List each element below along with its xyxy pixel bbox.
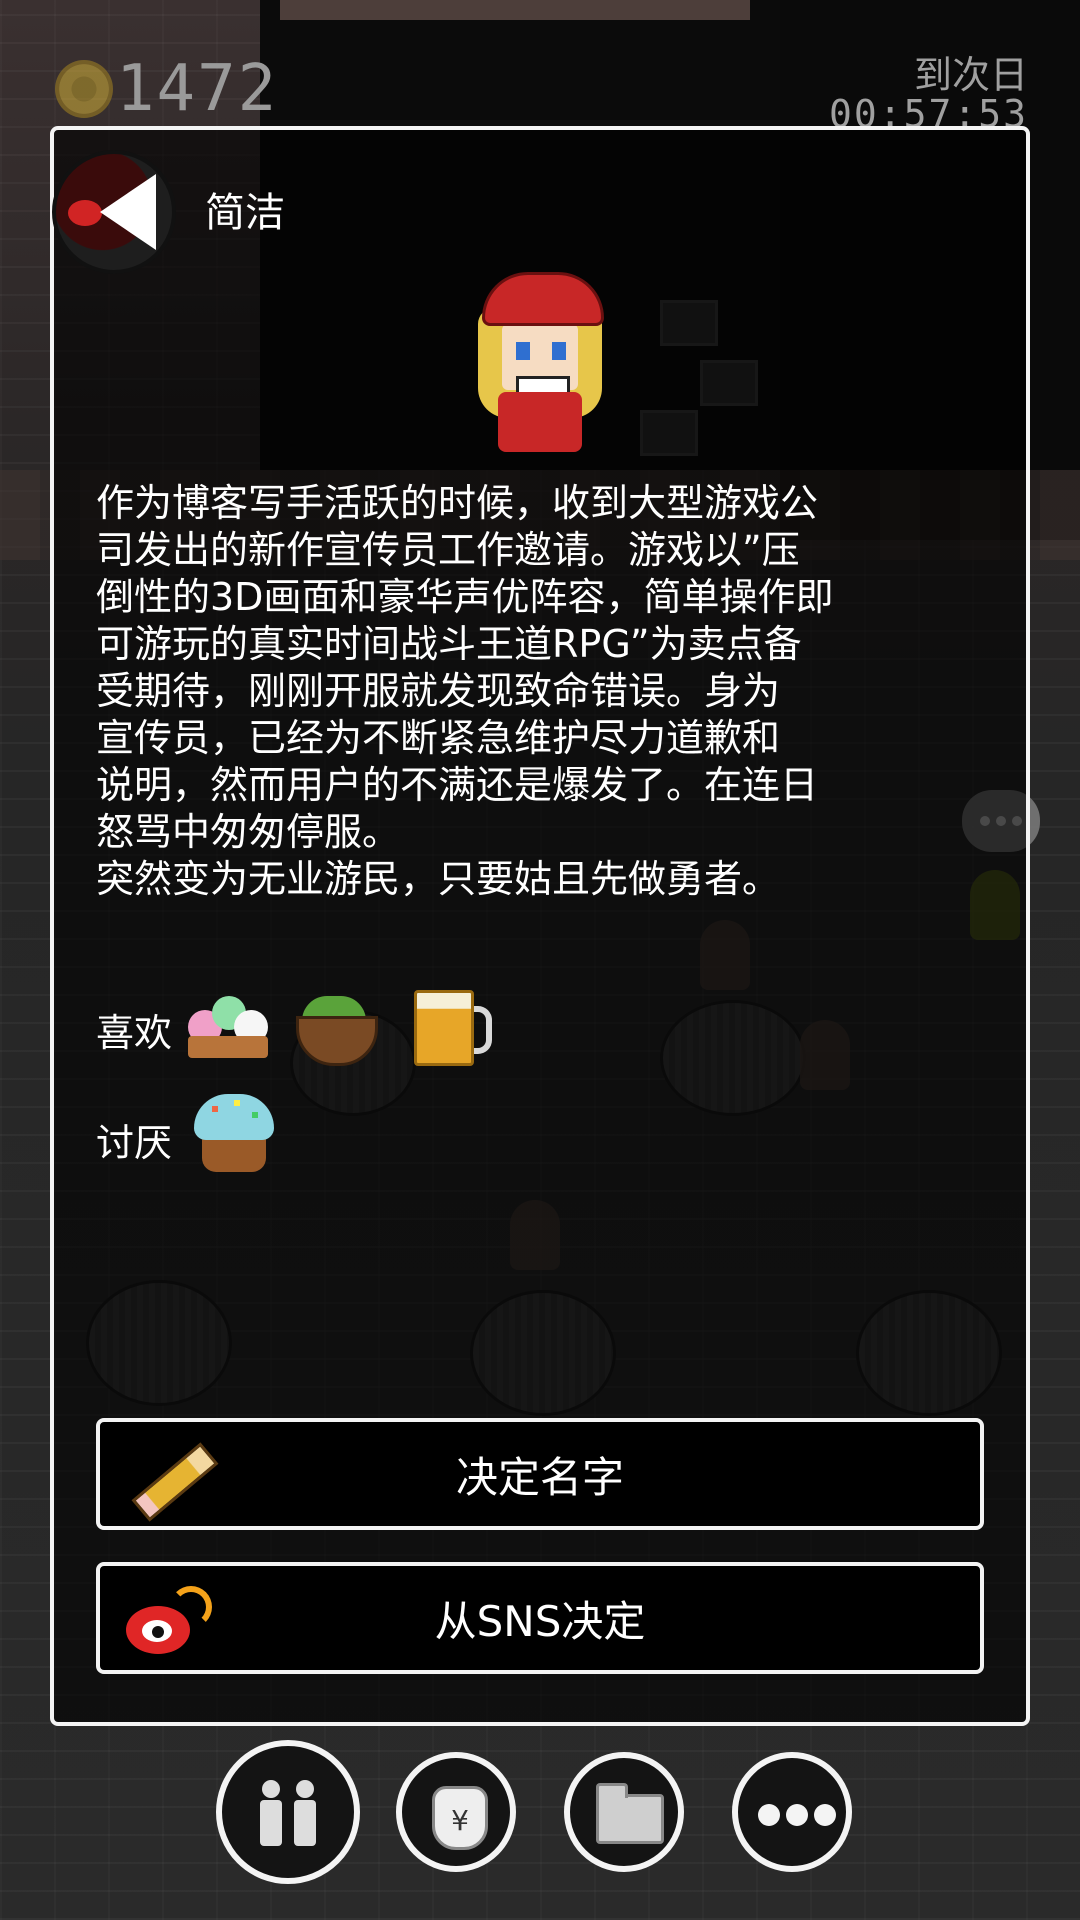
money-bag-icon: ¥ (432, 1786, 488, 1850)
coin-count: 1472 (116, 52, 279, 126)
folder-icon (596, 1783, 664, 1844)
next-day-label: 到次日 (913, 53, 1028, 97)
party-button[interactable] (216, 1740, 360, 1884)
decide-name-button[interactable]: 决定名字 (96, 1418, 984, 1530)
back-button[interactable] (52, 150, 176, 274)
more-button[interactable] (732, 1752, 852, 1872)
bowl-dish-icon (290, 980, 378, 1068)
shop-button[interactable]: ¥ (396, 1752, 516, 1872)
weibo-logo-icon (68, 200, 102, 226)
mochi-dango-icon (184, 980, 272, 1068)
weibo-icon (120, 1582, 212, 1662)
coin-icon (55, 60, 113, 118)
character-portrait (472, 272, 608, 456)
character-name: 简洁 (205, 190, 285, 236)
game-screen: 1472 到次日 00:57:53 简洁 作为博客写手活跃的时候，收到大型游戏公… (0, 0, 1080, 1920)
pencil-icon (120, 1438, 219, 1522)
bg-door-frame (280, 0, 750, 20)
folder-button[interactable] (564, 1752, 684, 1872)
decide-from-sns-label: 从SNS决定 (434, 1596, 646, 1646)
decide-from-sns-button[interactable]: 从SNS决定 (96, 1562, 984, 1674)
dislikes-label: 讨厌 (96, 1121, 173, 1165)
beer-mug-icon (402, 976, 492, 1066)
decide-name-label: 决定名字 (455, 1452, 624, 1502)
likes-label: 喜欢 (96, 1011, 173, 1055)
more-icon (758, 1804, 836, 1826)
frosted-cake-icon (190, 1088, 278, 1176)
back-arrow-icon (100, 174, 156, 250)
character-bio: 作为博客写手活跃的时候，收到大型游戏公 司发出的新作宣传员工作邀请。游戏以”压 … (96, 481, 834, 901)
